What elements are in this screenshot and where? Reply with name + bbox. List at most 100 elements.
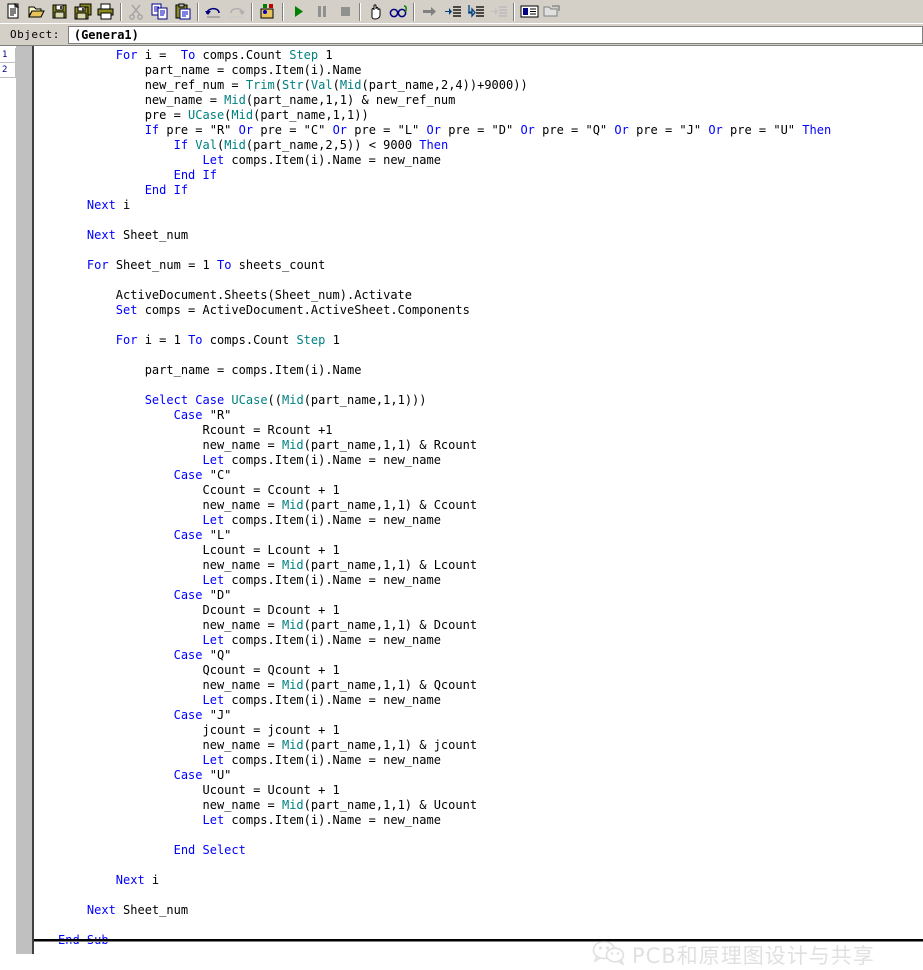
line-number: 2 <box>0 63 16 78</box>
code-keyword: Case <box>173 648 203 662</box>
code-text-run: Sheet_num <box>115 228 189 242</box>
code-text-run: new_name = <box>58 618 282 632</box>
code-text-run: "L" <box>202 528 232 542</box>
code-text-run <box>58 153 203 167</box>
code-text-run <box>58 528 174 542</box>
code-text-run: comps.Item(i).Name = new_name <box>224 453 441 467</box>
code-text-run: new_name = <box>58 93 225 107</box>
code-line: new_name = Mid(part_name,1,1) & Ucount <box>58 798 923 813</box>
code-line: Case "L" <box>58 528 923 543</box>
undo-arrow-icon[interactable] <box>202 1 225 23</box>
code-line: Rcount = Rcount +1 <box>58 423 923 438</box>
code-text-run: (part_name,1,1))) <box>303 393 427 407</box>
code-text-run: i = <box>137 48 174 62</box>
code-line: For Sheet_num = 1 To sheets_count <box>58 258 923 273</box>
code-text-run: comps.Item(i).Name = new_name <box>224 753 441 767</box>
paste-clipboard-icon[interactable] <box>171 1 194 23</box>
code-line: Let comps.Item(i).Name = new_name <box>58 573 923 588</box>
glasses-icon[interactable] <box>387 1 410 23</box>
toggle-folder-icon[interactable] <box>541 1 564 23</box>
step-over-icon[interactable] <box>464 1 487 23</box>
code-text-run: "D" <box>202 588 232 602</box>
code-line: Case "Q" <box>58 648 923 663</box>
code-keyword: Let <box>202 453 225 467</box>
code-text-run: Rcount = Rcount +1 <box>58 423 333 437</box>
object-combo-value: (Genera1) <box>73 27 139 42</box>
code-line: new_name = Mid(part_name,1,1) & Ccount <box>58 498 923 513</box>
code-function: Trim <box>245 78 275 92</box>
code-keyword: Let <box>202 813 225 827</box>
code-line: Dcount = Dcount + 1 <box>58 603 923 618</box>
redo-arrow-icon[interactable] <box>225 1 248 23</box>
code-function: Mid <box>281 618 304 632</box>
run-play-icon[interactable] <box>287 1 310 23</box>
code-keyword: For <box>115 48 138 62</box>
code-line: If Val(Mid(part_name,2,5)) < 9000 Then <box>58 138 923 153</box>
code-text[interactable]: For i = To comps.Count Step 1 part_name … <box>34 46 923 948</box>
print-icon[interactable] <box>94 1 117 23</box>
code-text-run <box>58 468 174 482</box>
code-text-run: jcount = jcount + 1 <box>58 723 340 737</box>
properties-window-icon[interactable] <box>518 1 541 23</box>
cut-scissors-icon[interactable] <box>125 1 148 23</box>
code-line: Let comps.Item(i).Name = new_name <box>58 153 923 168</box>
step-into-icon[interactable] <box>441 1 464 23</box>
code-keyword: Or <box>708 123 723 137</box>
code-keyword: To <box>216 258 232 272</box>
save-all-icon[interactable] <box>71 1 94 23</box>
code-keyword: Or <box>426 123 441 137</box>
code-text-run: i = 1 <box>137 333 189 347</box>
code-text-run <box>58 198 87 212</box>
code-line: For i = To comps.Count Step 1 <box>58 48 923 63</box>
step-arrow-icon[interactable] <box>418 1 441 23</box>
pause-icon[interactable] <box>310 1 333 23</box>
code-text-run: ActiveDocument.Sheets(Sheet_num).Activat… <box>58 288 413 302</box>
new-file-icon[interactable] <box>2 1 25 23</box>
save-icon[interactable] <box>48 1 71 23</box>
code-line: part_name = comps.Item(i).Name <box>58 363 923 378</box>
copy-icon[interactable] <box>148 1 171 23</box>
code-text-run <box>58 588 174 602</box>
code-text-run <box>58 513 203 527</box>
code-keyword: Or <box>332 123 348 137</box>
toolbar-separator <box>359 2 361 21</box>
code-function: Mid <box>282 393 304 407</box>
code-function: Val <box>195 138 217 152</box>
step-out-icon[interactable] <box>487 1 510 23</box>
code-line: Ccount = Ccount + 1 <box>58 483 923 498</box>
object-combo-box[interactable]: (Genera1) <box>67 25 923 44</box>
stop-square-icon[interactable] <box>333 1 356 23</box>
code-text-run: new_name = <box>58 558 282 572</box>
code-keyword: If <box>144 123 160 137</box>
code-keyword: Let <box>202 573 225 587</box>
code-text-run: ( <box>274 78 282 92</box>
open-folder-icon[interactable] <box>25 1 48 23</box>
margin-indicator-bar[interactable] <box>16 46 34 954</box>
toolbar-separator <box>251 2 253 21</box>
code-text-run: pre = "Q" <box>534 123 615 137</box>
code-text-run: (part_name,1,1) & Qcount <box>303 678 478 692</box>
hand-icon[interactable] <box>364 1 387 23</box>
code-text-run: pre = <box>58 108 189 122</box>
object-browser-icon[interactable] <box>256 1 279 23</box>
code-function: Mid <box>281 558 304 572</box>
code-keyword: For <box>115 333 138 347</box>
code-line: End Select <box>58 843 923 858</box>
code-line: Case "U" <box>58 768 923 783</box>
code-line: jcount = jcount + 1 <box>58 723 923 738</box>
code-function: Mid <box>281 678 304 692</box>
code-line: new_name = Mid(part_name,1,1) & Qcount <box>58 678 923 693</box>
code-text-run: "U" <box>202 768 232 782</box>
code-text-run: Sheet_num = 1 <box>108 258 217 272</box>
toolbar-separator <box>413 2 415 21</box>
code-line: For i = 1 To comps.Count Step 1 <box>58 333 923 348</box>
code-text-run <box>58 453 203 467</box>
code-text-run: 1 <box>325 333 340 347</box>
code-text-run: (part_name,1,1) & new_ref_num <box>245 93 456 107</box>
code-text-run: i <box>115 198 131 212</box>
code-text-run <box>58 693 203 707</box>
code-scroll-area[interactable]: For i = To comps.Count Step 1 part_name … <box>34 46 923 954</box>
